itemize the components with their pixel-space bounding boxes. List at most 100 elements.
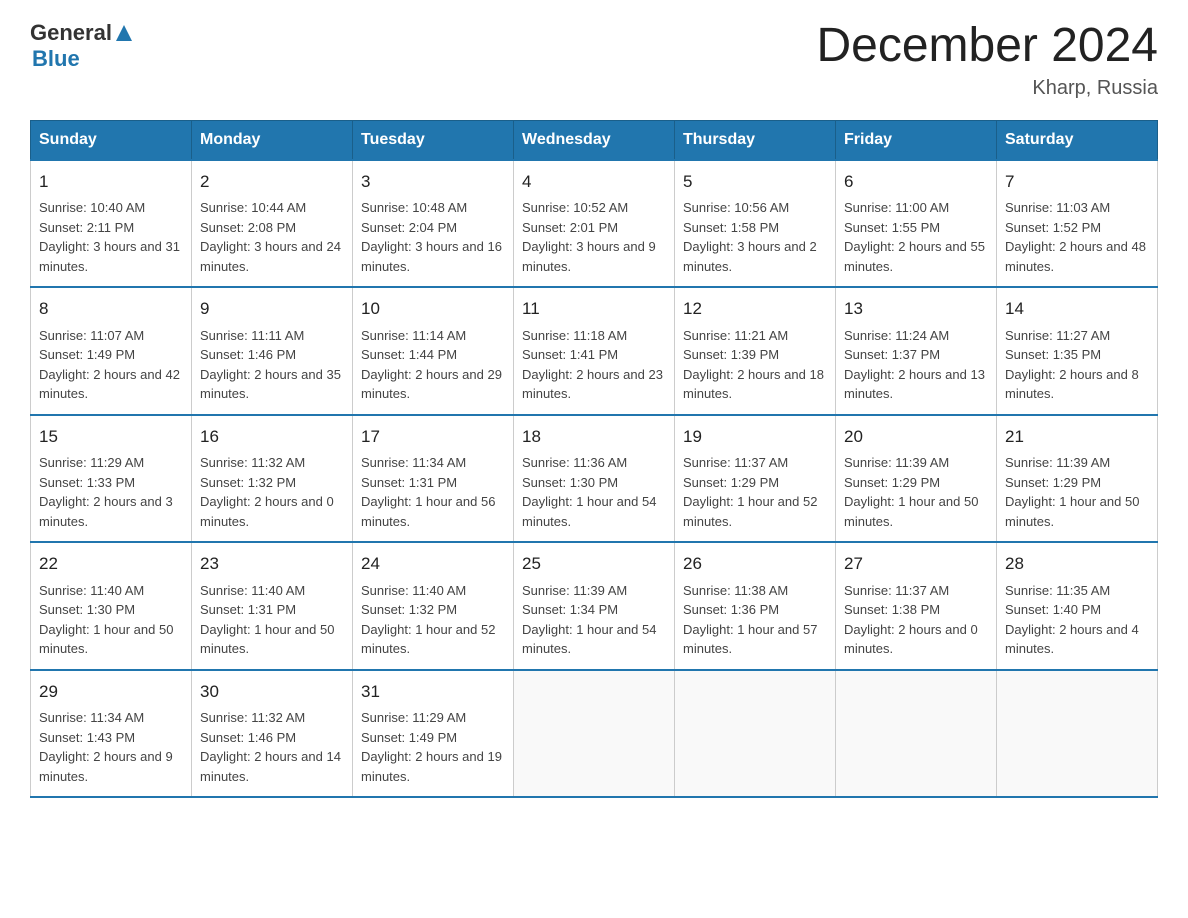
day-number: 5 bbox=[683, 169, 827, 195]
table-row: 29 Sunrise: 11:34 AM Sunset: 1:43 PM Day… bbox=[31, 670, 192, 798]
day-number: 6 bbox=[844, 169, 988, 195]
calendar-week-2: 8 Sunrise: 11:07 AM Sunset: 1:49 PM Dayl… bbox=[31, 287, 1158, 415]
day-number: 11 bbox=[522, 296, 666, 322]
table-row: 20 Sunrise: 11:39 AM Sunset: 1:29 PM Day… bbox=[836, 415, 997, 543]
day-info: Sunrise: 11:07 AM Sunset: 1:49 PM Daylig… bbox=[39, 326, 183, 404]
day-info: Sunrise: 11:40 AM Sunset: 1:32 PM Daylig… bbox=[361, 581, 505, 659]
table-row: 27 Sunrise: 11:37 AM Sunset: 1:38 PM Day… bbox=[836, 542, 997, 670]
table-row: 9 Sunrise: 11:11 AM Sunset: 1:46 PM Dayl… bbox=[192, 287, 353, 415]
table-row: 19 Sunrise: 11:37 AM Sunset: 1:29 PM Day… bbox=[675, 415, 836, 543]
day-info: Sunrise: 11:37 AM Sunset: 1:29 PM Daylig… bbox=[683, 453, 827, 531]
day-info: Sunrise: 11:11 AM Sunset: 1:46 PM Daylig… bbox=[200, 326, 344, 404]
day-info: Sunrise: 11:36 AM Sunset: 1:30 PM Daylig… bbox=[522, 453, 666, 531]
day-info: Sunrise: 11:39 AM Sunset: 1:34 PM Daylig… bbox=[522, 581, 666, 659]
calendar-header-row: Sunday Monday Tuesday Wednesday Thursday… bbox=[31, 120, 1158, 160]
table-row: 7 Sunrise: 11:03 AM Sunset: 1:52 PM Dayl… bbox=[997, 160, 1158, 288]
day-info: Sunrise: 11:03 AM Sunset: 1:52 PM Daylig… bbox=[1005, 198, 1149, 276]
day-info: Sunrise: 11:29 AM Sunset: 1:49 PM Daylig… bbox=[361, 708, 505, 786]
day-number: 17 bbox=[361, 424, 505, 450]
table-row: 11 Sunrise: 11:18 AM Sunset: 1:41 PM Day… bbox=[514, 287, 675, 415]
day-info: Sunrise: 11:00 AM Sunset: 1:55 PM Daylig… bbox=[844, 198, 988, 276]
table-row: 16 Sunrise: 11:32 AM Sunset: 1:32 PM Day… bbox=[192, 415, 353, 543]
header-thursday: Thursday bbox=[675, 120, 836, 160]
logo-general: General bbox=[30, 20, 112, 46]
table-row: 4 Sunrise: 10:52 AM Sunset: 2:01 PM Dayl… bbox=[514, 160, 675, 288]
logo-triangle-icon bbox=[114, 23, 134, 43]
table-row: 26 Sunrise: 11:38 AM Sunset: 1:36 PM Day… bbox=[675, 542, 836, 670]
table-row: 6 Sunrise: 11:00 AM Sunset: 1:55 PM Dayl… bbox=[836, 160, 997, 288]
table-row bbox=[836, 670, 997, 798]
day-number: 18 bbox=[522, 424, 666, 450]
day-info: Sunrise: 11:24 AM Sunset: 1:37 PM Daylig… bbox=[844, 326, 988, 404]
day-info: Sunrise: 11:39 AM Sunset: 1:29 PM Daylig… bbox=[1005, 453, 1149, 531]
day-number: 25 bbox=[522, 551, 666, 577]
calendar-week-4: 22 Sunrise: 11:40 AM Sunset: 1:30 PM Day… bbox=[31, 542, 1158, 670]
day-number: 7 bbox=[1005, 169, 1149, 195]
calendar-table: Sunday Monday Tuesday Wednesday Thursday… bbox=[30, 120, 1158, 799]
page-header: General Blue December 2024 Kharp, Russia bbox=[30, 20, 1158, 100]
table-row: 3 Sunrise: 10:48 AM Sunset: 2:04 PM Dayl… bbox=[353, 160, 514, 288]
logo-blue: Blue bbox=[32, 46, 134, 72]
day-number: 2 bbox=[200, 169, 344, 195]
day-number: 3 bbox=[361, 169, 505, 195]
location: Kharp, Russia bbox=[816, 77, 1158, 100]
day-number: 9 bbox=[200, 296, 344, 322]
calendar-week-5: 29 Sunrise: 11:34 AM Sunset: 1:43 PM Day… bbox=[31, 670, 1158, 798]
table-row: 8 Sunrise: 11:07 AM Sunset: 1:49 PM Dayl… bbox=[31, 287, 192, 415]
day-number: 20 bbox=[844, 424, 988, 450]
day-number: 15 bbox=[39, 424, 183, 450]
logo: General Blue bbox=[30, 20, 134, 72]
title-area: December 2024 Kharp, Russia bbox=[816, 20, 1158, 100]
table-row: 28 Sunrise: 11:35 AM Sunset: 1:40 PM Day… bbox=[997, 542, 1158, 670]
table-row bbox=[675, 670, 836, 798]
day-info: Sunrise: 11:35 AM Sunset: 1:40 PM Daylig… bbox=[1005, 581, 1149, 659]
day-info: Sunrise: 10:44 AM Sunset: 2:08 PM Daylig… bbox=[200, 198, 344, 276]
table-row: 30 Sunrise: 11:32 AM Sunset: 1:46 PM Day… bbox=[192, 670, 353, 798]
calendar-week-3: 15 Sunrise: 11:29 AM Sunset: 1:33 PM Day… bbox=[31, 415, 1158, 543]
table-row: 14 Sunrise: 11:27 AM Sunset: 1:35 PM Day… bbox=[997, 287, 1158, 415]
day-number: 10 bbox=[361, 296, 505, 322]
table-row: 22 Sunrise: 11:40 AM Sunset: 1:30 PM Day… bbox=[31, 542, 192, 670]
day-number: 19 bbox=[683, 424, 827, 450]
table-row: 24 Sunrise: 11:40 AM Sunset: 1:32 PM Day… bbox=[353, 542, 514, 670]
day-number: 22 bbox=[39, 551, 183, 577]
day-number: 28 bbox=[1005, 551, 1149, 577]
day-number: 27 bbox=[844, 551, 988, 577]
table-row: 25 Sunrise: 11:39 AM Sunset: 1:34 PM Day… bbox=[514, 542, 675, 670]
day-info: Sunrise: 11:18 AM Sunset: 1:41 PM Daylig… bbox=[522, 326, 666, 404]
day-info: Sunrise: 10:48 AM Sunset: 2:04 PM Daylig… bbox=[361, 198, 505, 276]
day-number: 4 bbox=[522, 169, 666, 195]
day-info: Sunrise: 11:40 AM Sunset: 1:30 PM Daylig… bbox=[39, 581, 183, 659]
day-info: Sunrise: 10:52 AM Sunset: 2:01 PM Daylig… bbox=[522, 198, 666, 276]
table-row: 1 Sunrise: 10:40 AM Sunset: 2:11 PM Dayl… bbox=[31, 160, 192, 288]
table-row: 10 Sunrise: 11:14 AM Sunset: 1:44 PM Day… bbox=[353, 287, 514, 415]
day-info: Sunrise: 11:14 AM Sunset: 1:44 PM Daylig… bbox=[361, 326, 505, 404]
day-info: Sunrise: 10:40 AM Sunset: 2:11 PM Daylig… bbox=[39, 198, 183, 276]
header-wednesday: Wednesday bbox=[514, 120, 675, 160]
header-saturday: Saturday bbox=[997, 120, 1158, 160]
month-title: December 2024 bbox=[816, 20, 1158, 73]
table-row: 17 Sunrise: 11:34 AM Sunset: 1:31 PM Day… bbox=[353, 415, 514, 543]
day-number: 16 bbox=[200, 424, 344, 450]
day-number: 24 bbox=[361, 551, 505, 577]
day-info: Sunrise: 11:39 AM Sunset: 1:29 PM Daylig… bbox=[844, 453, 988, 531]
day-number: 8 bbox=[39, 296, 183, 322]
day-number: 13 bbox=[844, 296, 988, 322]
calendar-week-1: 1 Sunrise: 10:40 AM Sunset: 2:11 PM Dayl… bbox=[31, 160, 1158, 288]
day-info: Sunrise: 11:29 AM Sunset: 1:33 PM Daylig… bbox=[39, 453, 183, 531]
day-info: Sunrise: 11:34 AM Sunset: 1:43 PM Daylig… bbox=[39, 708, 183, 786]
table-row: 23 Sunrise: 11:40 AM Sunset: 1:31 PM Day… bbox=[192, 542, 353, 670]
day-number: 12 bbox=[683, 296, 827, 322]
day-info: Sunrise: 11:38 AM Sunset: 1:36 PM Daylig… bbox=[683, 581, 827, 659]
table-row: 13 Sunrise: 11:24 AM Sunset: 1:37 PM Day… bbox=[836, 287, 997, 415]
table-row: 21 Sunrise: 11:39 AM Sunset: 1:29 PM Day… bbox=[997, 415, 1158, 543]
day-number: 29 bbox=[39, 679, 183, 705]
table-row: 31 Sunrise: 11:29 AM Sunset: 1:49 PM Day… bbox=[353, 670, 514, 798]
day-number: 23 bbox=[200, 551, 344, 577]
day-info: Sunrise: 11:34 AM Sunset: 1:31 PM Daylig… bbox=[361, 453, 505, 531]
day-number: 1 bbox=[39, 169, 183, 195]
day-info: Sunrise: 11:32 AM Sunset: 1:32 PM Daylig… bbox=[200, 453, 344, 531]
day-number: 30 bbox=[200, 679, 344, 705]
header-sunday: Sunday bbox=[31, 120, 192, 160]
day-info: Sunrise: 11:40 AM Sunset: 1:31 PM Daylig… bbox=[200, 581, 344, 659]
